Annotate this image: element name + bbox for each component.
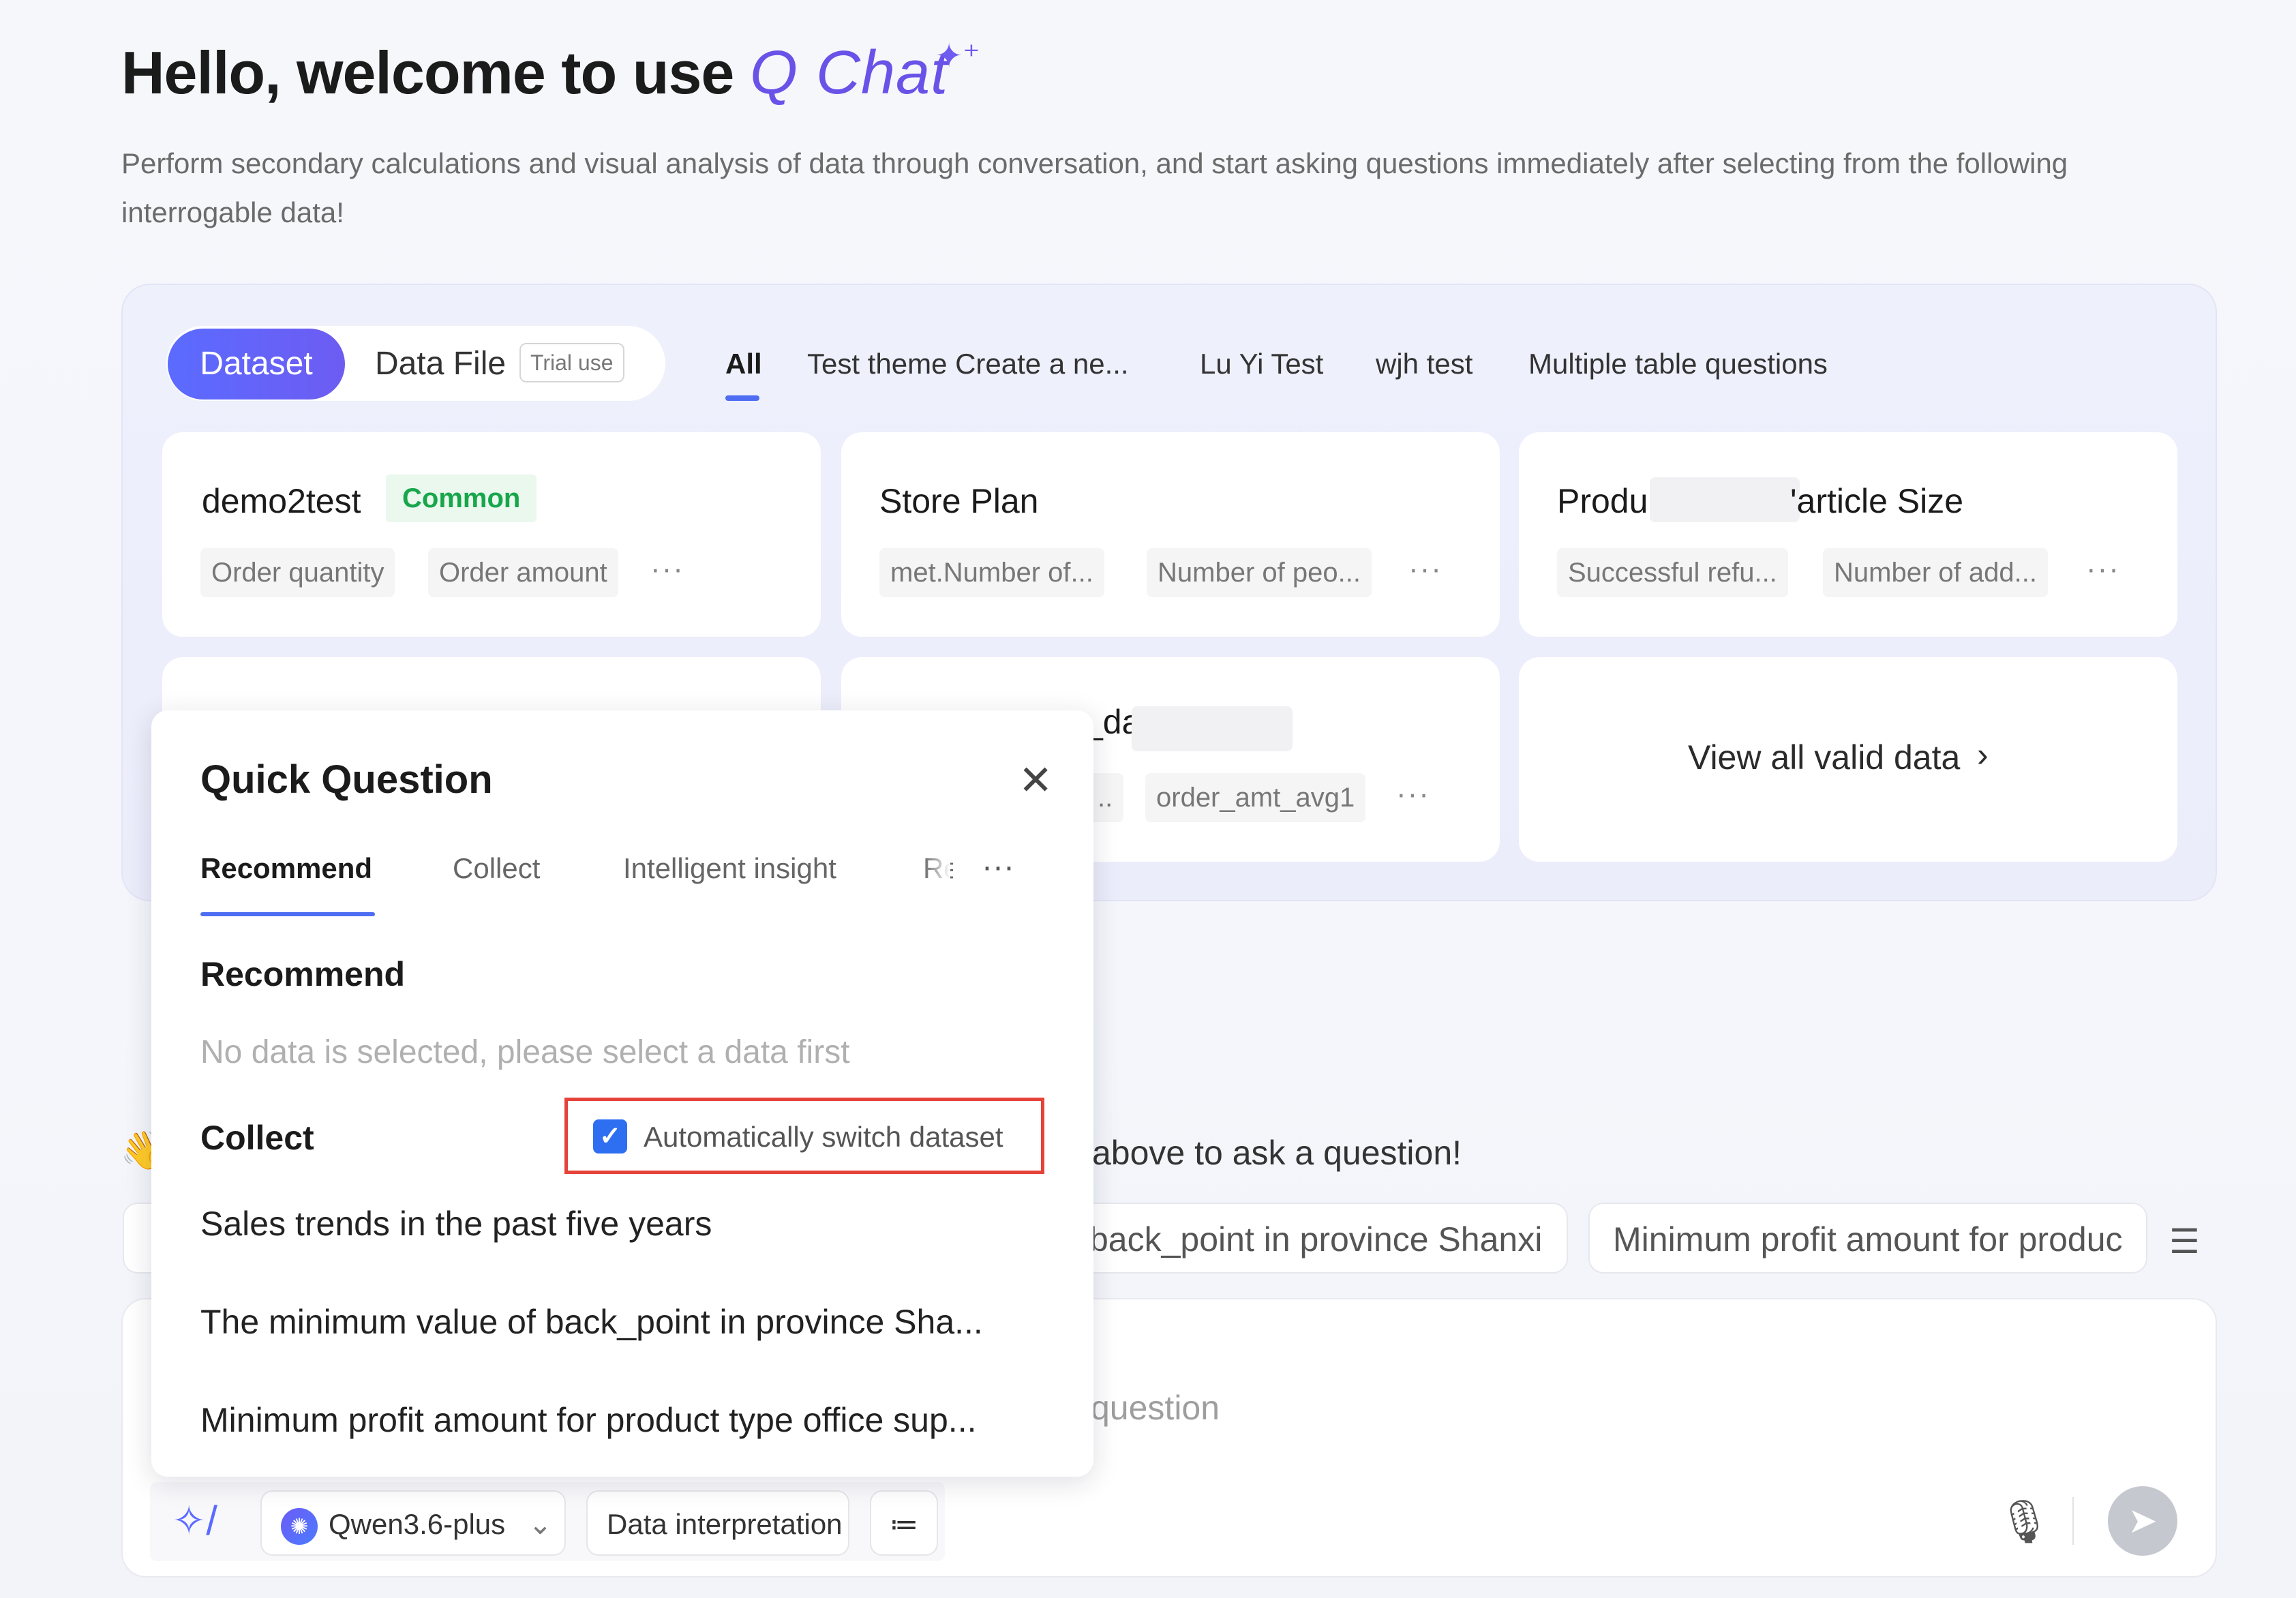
card-title: Store Plan [879,482,1039,520]
card-tag: Number of peo... [1147,548,1372,597]
card-more-icon[interactable]: ··· [1396,777,1430,811]
quick-question-popover [151,710,1093,1477]
active-tab-indicator [200,912,375,916]
segment-dataset[interactable]: Dataset [168,329,345,400]
qwen-logo-icon: ✺ [281,1507,318,1545]
sparkle-icon: ✦⁺ [935,38,980,74]
filter-tab-wjh-test[interactable]: wjh test [1376,329,1472,400]
card-more-icon[interactable]: ··· [650,552,684,586]
segment-data-file[interactable]: Data File [375,329,506,400]
dataset-card-demo2test[interactable] [162,432,821,637]
tab-collect[interactable]: Collect [453,852,540,885]
view-all-link[interactable]: View all valid data [1688,738,1960,777]
model-name: Qwen3.6-plus [329,1508,506,1540]
dataset-card-product[interactable] [1519,432,2177,637]
collect-section-title: Collect [200,1119,314,1157]
suggestion-chip[interactable]: Minimum profit amount for produc [1588,1203,2147,1273]
filter-tab-multiple-table[interactable]: Multiple table questions [1528,329,1828,400]
common-badge: Common [386,474,537,522]
collected-question[interactable]: Sales trends in the past five years [200,1204,712,1243]
card-title: demo2test [202,482,361,520]
toolbar-divider [2072,1497,2074,1545]
card-title-start: Produ [1557,482,1648,520]
card-more-icon[interactable]: ··· [1408,552,1442,586]
card-tag: Number of add... [1823,548,2048,597]
steps-list-icon[interactable]: ≔ [870,1490,938,1556]
select-hint-text: above to ask a question! [1092,1134,1462,1172]
list-icon[interactable]: ☰ [2169,1222,2200,1261]
welcome-heading: Hello, welcome to use [121,39,734,106]
collected-question[interactable]: Minimum profit amount for product type o… [200,1400,976,1440]
input-placeholder: question [1091,1389,1220,1427]
chevron-right-icon: › [1977,736,1989,774]
card-tag: order_amt_avg1 [1145,773,1366,822]
trial-use-badge: Trial use [519,343,624,382]
card-tag: met.Number of... [879,548,1104,597]
filter-tab-all[interactable]: All [725,329,762,400]
chevron-down-icon: ⌄ [528,1508,553,1540]
redacted-text [1132,706,1293,751]
model-selector[interactable]: ✺ Qwen3.6-plus ⌄ [260,1490,566,1556]
collected-question[interactable]: The minimum value of back_point in provi… [200,1302,983,1342]
data-interpretation-button[interactable]: Data interpretation [586,1490,849,1556]
tab-recommend[interactable]: Recommend [200,852,372,885]
magic-wand-icon[interactable]: ✧/ [172,1497,217,1545]
more-tabs-icon[interactable]: ··· [982,848,1014,886]
suggestion-chip[interactable]: back_point in province Shanxi [1063,1203,1568,1273]
filter-tab-lu-yi-test[interactable]: Lu Yi Test [1200,329,1323,400]
auto-switch-checkbox[interactable]: ✓ [593,1119,627,1154]
tab-intelligent-insight[interactable]: Intelligent insight [623,852,836,885]
dataset-card-store-plan[interactable] [841,432,1500,637]
redacted-text [1650,477,1800,522]
microphone-icon[interactable]: 🎙 [1997,1497,2051,1547]
auto-switch-label[interactable]: Automatically switch dataset [644,1121,1003,1154]
close-icon[interactable]: ✕ [1018,757,1053,804]
card-tag: Successful refu... [1557,548,1788,597]
active-tab-indicator [725,395,759,401]
recommend-empty-text: No data is selected, please select a dat… [200,1034,850,1070]
filter-tab-test-theme[interactable]: Test theme Create a ne... [807,329,1129,400]
tabs-overflow-fade [923,822,950,919]
card-tag: Order amount [428,548,618,597]
card-title-end: 'article Size [1790,482,1964,520]
popover-title: Quick Question [200,757,493,802]
brand-name: Q Chat [750,39,949,107]
send-icon[interactable]: ➤ [2108,1486,2177,1556]
card-tag: Order quantity [200,548,395,597]
card-more-icon[interactable]: ··· [2086,552,2120,586]
recommend-section-title: Recommend [200,955,406,993]
page-subtitle: Perform secondary calculations and visua… [121,147,2068,228]
